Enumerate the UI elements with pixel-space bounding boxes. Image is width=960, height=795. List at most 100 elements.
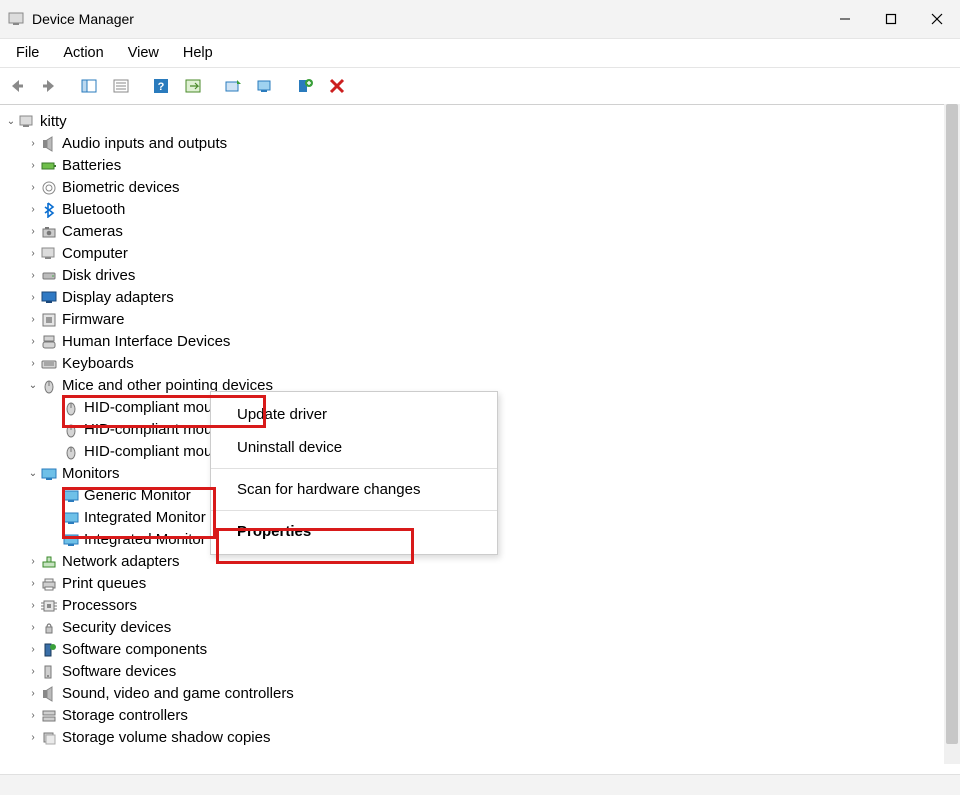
keyboard-icon — [40, 355, 58, 373]
tree-category[interactable]: ›Audio inputs and outputs — [4, 133, 960, 155]
shadow-icon — [40, 729, 58, 747]
speaker-icon — [40, 685, 58, 703]
tree-category[interactable]: ›Computer — [4, 243, 960, 265]
expand-arrow-icon[interactable]: › — [26, 617, 40, 639]
expand-arrow-icon[interactable]: › — [26, 705, 40, 727]
context-menu-separator — [211, 468, 497, 469]
expand-arrow-icon[interactable]: › — [26, 243, 40, 265]
expand-arrow-icon[interactable]: › — [26, 639, 40, 661]
toolbar-add-device-button[interactable] — [290, 71, 320, 101]
expand-arrow-icon[interactable]: › — [26, 287, 40, 309]
scrollbar-thumb[interactable] — [946, 104, 958, 744]
expand-arrow-icon[interactable]: › — [26, 133, 40, 155]
menu-view[interactable]: View — [118, 42, 169, 64]
app-icon — [8, 11, 24, 27]
cpu-icon — [40, 597, 58, 615]
expand-arrow-icon[interactable]: › — [26, 265, 40, 287]
tree-category-label: Monitors — [62, 463, 120, 485]
computer-icon — [40, 245, 58, 263]
toolbar-forward-button[interactable] — [34, 71, 64, 101]
tree-category[interactable]: ›Security devices — [4, 617, 960, 639]
menu-help[interactable]: Help — [173, 42, 223, 64]
toolbar-show-hide-console-tree-button[interactable] — [74, 71, 104, 101]
expand-arrow-icon[interactable]: ⌄ — [26, 463, 40, 485]
expand-arrow-icon[interactable]: › — [26, 727, 40, 749]
expand-arrow-icon[interactable]: › — [26, 309, 40, 331]
softcomp-icon — [40, 641, 58, 659]
expand-arrow-icon[interactable]: › — [26, 331, 40, 353]
close-button[interactable] — [914, 0, 960, 38]
vertical-scrollbar[interactable] — [944, 104, 960, 764]
expand-arrow-icon[interactable]: › — [26, 595, 40, 617]
expand-arrow-icon[interactable]: › — [26, 353, 40, 375]
tree-category[interactable]: ›Batteries — [4, 155, 960, 177]
tree-category[interactable]: › Storage controllers — [4, 705, 960, 727]
tree-category[interactable]: ›Display adapters — [4, 287, 960, 309]
window-title: Device Manager — [32, 11, 134, 27]
expand-arrow-icon[interactable]: › — [26, 155, 40, 177]
tree-category-label: Keyboards — [62, 353, 134, 375]
toolbar-uninstall-device-button[interactable] — [322, 71, 352, 101]
expand-arrow-icon[interactable]: › — [26, 683, 40, 705]
tree-device-label: Generic Monitor — [84, 485, 191, 507]
tree-category-label: Bluetooth — [62, 199, 125, 221]
tree-root[interactable]: ⌄kitty — [4, 111, 960, 133]
tree-category[interactable]: › Software components — [4, 639, 960, 661]
expand-arrow-icon[interactable]: › — [26, 199, 40, 221]
network-icon — [40, 553, 58, 571]
tree-category-label: Software components — [62, 639, 207, 661]
expand-arrow-icon[interactable]: › — [26, 221, 40, 243]
toolbar-help-button[interactable]: ? — [146, 71, 176, 101]
camera-icon — [40, 223, 58, 241]
toolbar-back-button[interactable] — [2, 71, 32, 101]
firmware-icon — [40, 311, 58, 329]
softdev-icon — [40, 663, 58, 681]
computer-icon — [18, 113, 36, 131]
tree-category[interactable]: › Software devices — [4, 661, 960, 683]
toolbar-update-driver-button[interactable] — [218, 71, 248, 101]
menu-bar: File Action View Help — [0, 39, 960, 68]
minimize-button[interactable] — [822, 0, 868, 38]
context-menu-item[interactable]: Update driver — [211, 398, 497, 431]
monitor-icon — [62, 531, 80, 549]
tree-category[interactable]: › Keyboards — [4, 353, 960, 375]
mouse-icon — [62, 399, 80, 417]
expand-arrow-icon[interactable]: › — [26, 177, 40, 199]
tree-category[interactable]: ›Print queues — [4, 573, 960, 595]
title-bar: Device Manager — [0, 0, 960, 39]
maximize-button[interactable] — [868, 0, 914, 38]
toolbar-action-button[interactable] — [178, 71, 208, 101]
menu-file[interactable]: File — [6, 42, 49, 64]
tree-category-label: Biometric devices — [62, 177, 180, 199]
expand-arrow-icon[interactable]: › — [26, 573, 40, 595]
context-menu: Update driverUninstall device Scan for ha… — [210, 391, 498, 555]
expand-arrow-icon[interactable]: › — [26, 551, 40, 573]
toolbar-properties-button[interactable] — [106, 71, 136, 101]
tree-category[interactable]: ›Cameras — [4, 221, 960, 243]
monitor-icon — [62, 509, 80, 527]
tree-category[interactable]: ›Sound, video and game controllers — [4, 683, 960, 705]
tree-category[interactable]: › Processors — [4, 595, 960, 617]
tree-category-label: Storage controllers — [62, 705, 188, 727]
storage-icon — [40, 707, 58, 725]
expand-arrow-icon[interactable]: ⌄ — [4, 111, 18, 133]
expand-arrow-icon[interactable]: › — [26, 661, 40, 683]
toolbar-scan-hardware-button[interactable] — [250, 71, 280, 101]
tree-category[interactable]: › Bluetooth — [4, 199, 960, 221]
menu-action[interactable]: Action — [53, 42, 113, 64]
tree-category[interactable]: › Disk drives — [4, 265, 960, 287]
tree-category-label: Processors — [62, 595, 137, 617]
tree-category[interactable]: ›Human Interface Devices — [4, 331, 960, 353]
tree-category[interactable]: ›Storage volume shadow copies — [4, 727, 960, 749]
status-bar — [0, 774, 960, 795]
tree-category-label: Software devices — [62, 661, 176, 683]
context-menu-item[interactable]: Uninstall device — [211, 431, 497, 464]
biometric-icon — [40, 179, 58, 197]
tree-category[interactable]: ›Firmware — [4, 309, 960, 331]
tree-category[interactable]: › Biometric devices — [4, 177, 960, 199]
tree-device-label: HID-compliant mouse — [84, 441, 228, 463]
tree-category-label: Disk drives — [62, 265, 135, 287]
context-menu-item[interactable]: Scan for hardware changes — [211, 473, 497, 506]
expand-arrow-icon[interactable]: ⌄ — [26, 375, 40, 397]
context-menu-item[interactable]: Properties — [211, 515, 497, 548]
